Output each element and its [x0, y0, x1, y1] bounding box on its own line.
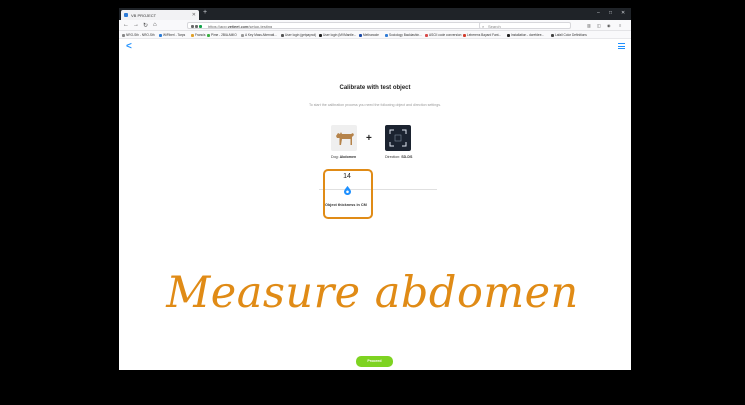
bookmark-item[interactable]: Methanode — [359, 33, 379, 37]
browser-menu-icon[interactable]: ≡ — [619, 23, 621, 28]
tab-title: VB PROJECT — [131, 13, 157, 18]
tab-close-icon[interactable]: ✕ — [192, 12, 196, 18]
bookmark-item[interactable]: User login (getpaynol) — [281, 33, 316, 37]
bookmark-item[interactable]: NRO-Sth - NRO-Sth — [122, 33, 155, 37]
object-caption: Dog: Abdomen — [331, 155, 357, 159]
bookmark-item[interactable]: ASCII code conversion — [425, 33, 461, 37]
tab-favicon-icon — [124, 13, 128, 17]
browser-tab[interactable]: VB PROJECT ✕ — [121, 10, 199, 20]
back-arrow-icon[interactable]: ← — [123, 22, 129, 28]
close-window-icon[interactable]: ✕ — [621, 10, 625, 16]
video-frame: VB PROJECT ✕ + – □ ✕ ← → ↻ ⌂ https://app… — [0, 0, 745, 405]
account-icon[interactable]: ◉ — [607, 23, 611, 28]
bookmark-item[interactable]: Francis — [191, 33, 205, 37]
page-title: Calibrate with test object — [339, 85, 411, 91]
bookmark-item[interactable]: Sociology Backlashin... — [385, 33, 422, 37]
bookmark-item[interactable]: Installation - dcrefdee... — [507, 33, 544, 37]
proceed-button[interactable]: Proceed — [356, 356, 393, 367]
bookmarks-bar: NRO-Sth - NRO-Sth WiFiberl - Tarps Franc… — [119, 31, 631, 39]
url-domain: vetjeet.com — [227, 24, 249, 29]
site-security-icon[interactable] — [191, 24, 205, 28]
forward-arrow-icon[interactable]: → — [133, 22, 139, 28]
minimize-icon[interactable]: – — [597, 10, 600, 16]
dog-silhouette-icon[interactable] — [331, 125, 357, 151]
direction-frame-icon[interactable] — [385, 125, 411, 151]
caption-overlay: Measure abdomen — [166, 268, 579, 318]
bookmark-item[interactable]: A Key Mass Alternati... — [241, 33, 277, 37]
maximize-icon[interactable]: □ — [609, 10, 612, 16]
back-chevron-icon[interactable]: < — [126, 41, 132, 52]
library-icon[interactable]: ▥ — [587, 23, 591, 28]
plus-sign: + — [366, 133, 372, 144]
bookmark-item[interactable]: Pime - 2BIA AMIO — [207, 33, 237, 37]
url-bar[interactable]: https://app.vetjeet.com/setup-testing ··… — [187, 22, 487, 29]
tab-bar: VB PROJECT ✕ + – □ ✕ — [119, 8, 631, 20]
new-tab-icon[interactable]: + — [203, 9, 207, 16]
bookmark-item[interactable]: Leberens Bayard Fant... — [463, 33, 501, 37]
intro-text: To start the calibration process you nee… — [308, 103, 442, 107]
sidebar-icon[interactable]: ◫ — [597, 23, 601, 28]
bookmark-item[interactable]: User login (MVMantle... — [319, 33, 356, 37]
navigation-bar: ← → ↻ ⌂ https://app.vetjeet.com/setup-te… — [119, 20, 631, 31]
search-input[interactable]: ⌕ Search — [479, 22, 571, 29]
reload-icon[interactable]: ↻ — [143, 22, 148, 29]
bookmark-item[interactable]: Lafall Color Definitions — [551, 33, 587, 37]
search-icon: ⌕ — [482, 24, 485, 29]
app-content: < Calibrate with test object To start th… — [119, 39, 631, 370]
home-icon[interactable]: ⌂ — [153, 22, 157, 28]
url-path: /setup-testing — [248, 24, 273, 29]
tutorial-highlight-box — [323, 169, 373, 219]
filter-menu-icon[interactable] — [618, 43, 625, 49]
search-placeholder: Search — [488, 24, 501, 29]
direction-caption: Direction: SD-DS — [385, 155, 413, 159]
bookmark-item[interactable]: WiFiberl - Tarps — [159, 33, 185, 37]
url-prefix: https://app. — [208, 24, 228, 29]
